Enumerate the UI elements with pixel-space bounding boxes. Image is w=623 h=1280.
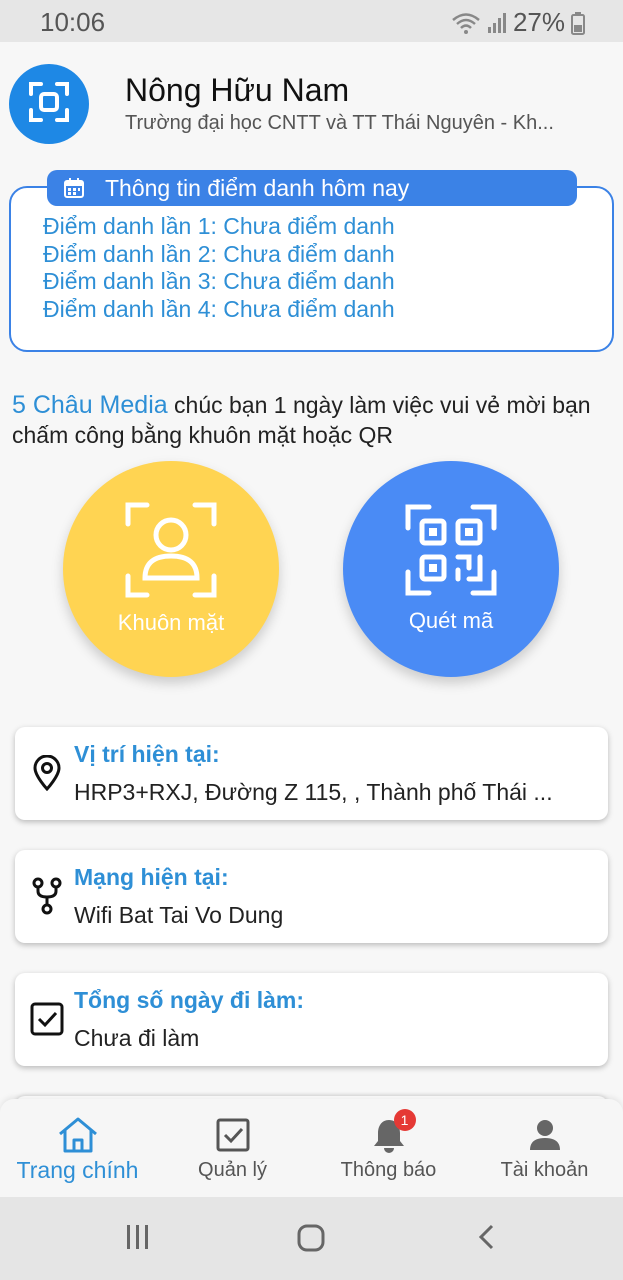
attendance-list: Điểm danh lần 1: Chưa điểm danh Điểm dan… <box>43 213 395 323</box>
notification-badge: 1 <box>393 1109 416 1131</box>
nav-home[interactable]: Trang chính <box>0 1099 155 1197</box>
greeting-text: 5 Châu Media chúc bạn 1 ngày làm việc vu… <box>12 390 612 450</box>
workdays-value: Chưa đi làm <box>74 1025 200 1051</box>
nav-notifications[interactable]: 1 Thông báo <box>311 1099 466 1197</box>
status-time: 10:06 <box>40 7 106 37</box>
attendance-item-3: Điểm danh lần 3: Chưa điểm danh <box>43 268 395 294</box>
attendance-item-4: Điểm danh lần 4: Chưa điểm danh <box>43 295 395 322</box>
home-button-icon[interactable] <box>296 1223 326 1258</box>
app-logo <box>9 64 89 144</box>
bottom-navigation: Trang chính Quản lý 1 Thông báo Tài khoả… <box>0 1099 623 1197</box>
face-scan-icon <box>125 502 217 604</box>
network-value: Wifi Bat Tai Vo Dung <box>74 902 284 928</box>
wifi-icon <box>451 11 481 35</box>
network-icon <box>29 877 65 915</box>
workdays-title: Tổng số ngày đi làm: <box>74 987 305 1013</box>
back-icon[interactable] <box>474 1223 498 1256</box>
home-icon <box>57 1115 99 1155</box>
current-network-card: Mạng hiện tại: Wifi Bat Tai Vo Dung <box>15 850 608 943</box>
battery-icon <box>571 11 585 35</box>
location-value: HRP3+RXJ, Đường Z 115, , Thành phố Thái … <box>74 779 553 805</box>
person-icon <box>529 1115 561 1155</box>
scan-icon <box>27 80 71 129</box>
nav-manage[interactable]: Quản lý <box>155 1099 310 1197</box>
attendance-item-1: Điểm danh lần 1: Chưa điểm danh <box>43 213 395 239</box>
qr-scan-label: Quét mã <box>408 608 494 633</box>
qr-code-icon <box>405 504 497 602</box>
bell-icon: 1 <box>372 1109 416 1155</box>
nav-account[interactable]: Tài khoản <box>467 1099 622 1197</box>
network-title: Mạng hiện tại: <box>74 864 229 890</box>
calendar-icon <box>63 177 85 199</box>
signal-icon <box>487 12 507 34</box>
location-pin-icon <box>29 755 65 791</box>
qr-scan-button[interactable]: Quét mã <box>343 461 559 677</box>
check-square-icon <box>216 1115 250 1155</box>
user-organization: Trường đại học CNTT và TT Thái Nguyên - … <box>125 112 554 134</box>
recent-apps-icon[interactable] <box>124 1223 152 1256</box>
location-title: Vị trí hiện tại: <box>74 741 220 767</box>
face-checkin-label: Khuôn mặt <box>117 610 225 635</box>
nav-manage-label: Quản lý <box>198 1159 267 1181</box>
nav-account-label: Tài khoản <box>500 1159 589 1181</box>
checkbox-icon <box>29 1001 65 1037</box>
workdays-card: Tổng số ngày đi làm: Chưa đi làm <box>15 973 608 1066</box>
attendance-item-2: Điểm danh lần 2: Chưa điểm danh <box>43 240 395 267</box>
current-location-card: Vị trí hiện tại: HRP3+RXJ, Đường Z 115, … <box>15 727 608 820</box>
attendance-title-tab: Thông tin điểm danh hôm nay <box>47 170 577 206</box>
user-name: Nông Hữu Nam <box>125 72 350 108</box>
nav-notifications-label: Thông báo <box>340 1159 437 1181</box>
status-bar: 10:06 27% <box>0 0 623 42</box>
nav-home-label: Trang chính <box>16 1157 139 1183</box>
app-header: Nông Hữu Nam Trường đại học CNTT và TT T… <box>0 42 623 160</box>
greeting-brand: 5 Châu Media <box>12 391 168 419</box>
attendance-title: Thông tin điểm danh hôm nay <box>105 174 410 201</box>
system-navigation-bar <box>0 1197 623 1280</box>
battery-percent: 27% <box>512 7 565 37</box>
face-checkin-button[interactable]: Khuôn mặt <box>63 461 279 677</box>
status-indicators: 27% <box>451 7 585 38</box>
